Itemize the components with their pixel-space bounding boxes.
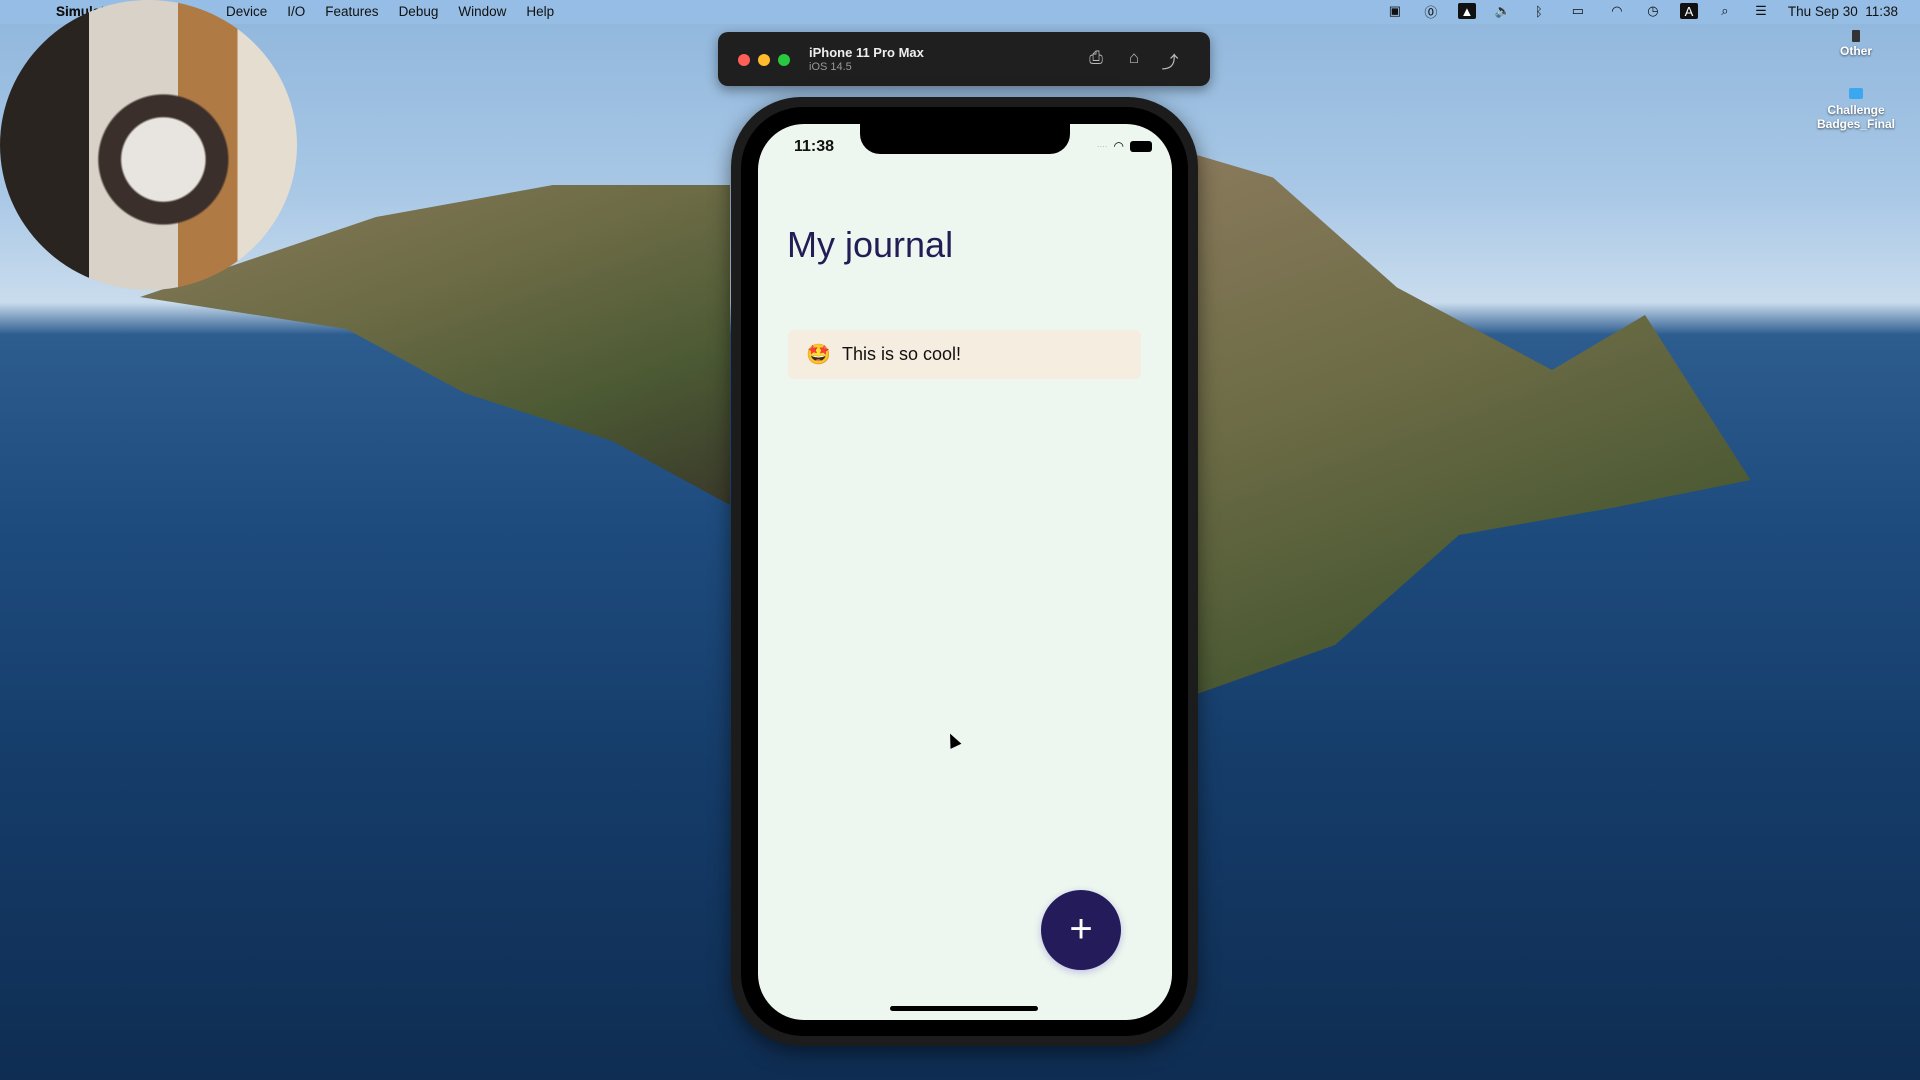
onepassword-icon[interactable]: ⓪ xyxy=(1422,3,1440,20)
screen-record-icon[interactable]: ▣ xyxy=(1386,3,1404,19)
input-source-icon[interactable]: A xyxy=(1679,3,1698,19)
menu-debug[interactable]: Debug xyxy=(399,4,439,19)
os-version: iOS 14.5 xyxy=(809,61,852,73)
menu-io[interactable]: I/O xyxy=(287,4,305,19)
screenshot-icon[interactable]: ⎙ xyxy=(1085,48,1107,70)
menu-help[interactable]: Help xyxy=(526,4,554,19)
webcam-overlay xyxy=(0,0,297,290)
battery-charging-icon[interactable]: ▭ xyxy=(1566,3,1590,19)
home-indicator[interactable] xyxy=(890,1006,1038,1011)
simulator-titlebar[interactable]: iPhone 11 Pro Max iOS 14.5 ⎙ ⌂ ⤴ xyxy=(718,32,1210,86)
rotate-icon[interactable]: ⤴ xyxy=(1159,48,1181,72)
cellular-icon: ···· xyxy=(1096,141,1108,151)
menu-device[interactable]: Device xyxy=(226,4,267,19)
control-center-icon[interactable]: ☰ xyxy=(1752,3,1770,19)
battery-icon xyxy=(1130,140,1152,152)
folder-icon xyxy=(1849,88,1863,99)
home-icon[interactable]: ⌂ xyxy=(1123,48,1145,70)
journal-entry[interactable]: 🤩 This is so cool! xyxy=(788,330,1141,379)
desktop-item-other[interactable]: Other xyxy=(1806,30,1906,58)
desktop-wallpaper-cliff xyxy=(1180,150,1751,700)
spotlight-icon[interactable]: ⌕ xyxy=(1716,3,1734,19)
status-time: 11:38 xyxy=(794,138,835,155)
notch xyxy=(860,124,1070,154)
drive-icon[interactable]: ▲ xyxy=(1457,3,1476,19)
desktop-item-label: Challenge Badges_Final xyxy=(1816,103,1896,131)
device-name: iPhone 11 Pro Max xyxy=(809,45,924,60)
journal-entry-text: This is so cool! xyxy=(842,344,962,364)
desktop-item-challenge-badges[interactable]: Challenge Badges_Final xyxy=(1806,88,1906,131)
wifi-icon: ◠ xyxy=(1113,139,1124,153)
menu-bar: Simulator Sim Device I/O Features Debug … xyxy=(0,0,1920,24)
close-button[interactable] xyxy=(738,54,750,66)
page-title: My journal xyxy=(787,224,954,265)
drive-icon xyxy=(1852,30,1860,42)
minimize-button[interactable] xyxy=(758,54,770,66)
zoom-button[interactable] xyxy=(778,54,790,66)
app-screen: 11:38 ···· ◠ My journal 🤩 This is so coo… xyxy=(758,124,1172,1020)
volume-icon[interactable]: 🔈 xyxy=(1494,3,1512,19)
add-entry-button[interactable]: + xyxy=(1041,890,1121,970)
menu-features[interactable]: Features xyxy=(325,4,378,19)
bluetooth-icon[interactable]: ᛒ xyxy=(1530,3,1548,19)
star-struck-emoji-icon: 🤩 xyxy=(806,343,831,366)
desktop-item-label: Other xyxy=(1839,44,1872,58)
menu-window[interactable]: Window xyxy=(458,4,506,19)
wifi-icon[interactable]: ◠ xyxy=(1608,3,1626,19)
status-icons: ···· ◠ xyxy=(1097,139,1152,153)
clock[interactable]: Thu Sep 30 11:38 xyxy=(1788,4,1898,19)
time-machine-icon[interactable]: ◷ xyxy=(1644,3,1662,19)
